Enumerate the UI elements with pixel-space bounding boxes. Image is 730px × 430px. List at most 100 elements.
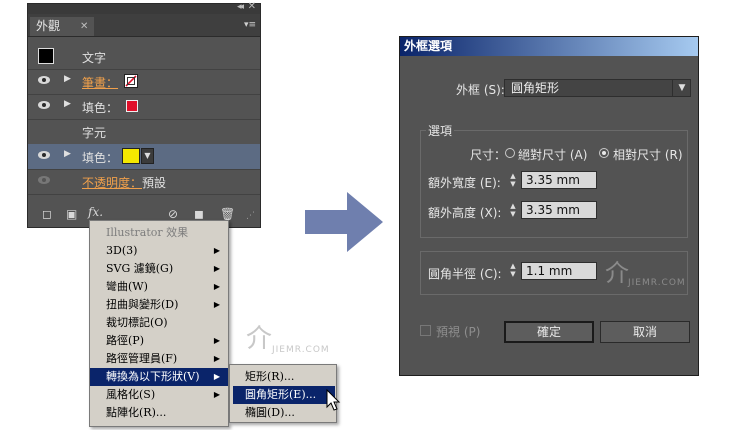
- absolute-size-label: 絕對尺寸 (A): [518, 148, 588, 162]
- watermark-text: JIEMR.COM: [272, 345, 330, 355]
- resize-grip-icon[interactable]: ⋰: [246, 211, 255, 221]
- right-arrow-icon: [305, 192, 383, 252]
- opacity-value: 預設: [142, 176, 167, 190]
- menu-item-stylize[interactable]: 風格化(S) ▶: [90, 386, 228, 404]
- none-slash-icon: [125, 75, 137, 87]
- extra-height-stepper[interactable]: ▲ ▼: [507, 202, 519, 220]
- visibility-eye-icon[interactable]: [38, 76, 50, 84]
- object-row[interactable]: 文字: [28, 44, 260, 70]
- ok-button[interactable]: 確定: [504, 321, 594, 343]
- convert-shape-submenu: 矩形(R)... 圓角矩形(E)... 橢圓(D)...: [229, 364, 337, 423]
- outline-options-dialog: 外框選項 外框 (S): 圓角矩形 ▼ 選項 尺寸： 絕對尺寸 (A) 相對尺寸…: [399, 36, 699, 376]
- swatch-dropdown-icon[interactable]: ▼: [141, 148, 154, 164]
- menu-item-distort-transform[interactable]: 扭曲與變形(D) ▶: [90, 296, 228, 314]
- fill-label: 填色：: [82, 151, 119, 165]
- fx-button[interactable]: fx.: [88, 205, 103, 219]
- preview-label: 預視 (P): [436, 325, 481, 339]
- add-new-fill-icon[interactable]: ▣: [66, 207, 77, 221]
- extra-height-input[interactable]: 3.35 mm: [521, 201, 597, 219]
- submenu-item-rectangle[interactable]: 矩形(R)...: [233, 368, 335, 386]
- fill-color-swatch[interactable]: [126, 100, 138, 112]
- collapse-panel-icon[interactable]: ◂◂: [237, 2, 244, 12]
- visibility-eye-icon[interactable]: [38, 151, 50, 159]
- tab-appearance-label: 外觀: [36, 19, 61, 33]
- submenu-arrow-icon: ▶: [213, 300, 220, 309]
- corner-radius-input[interactable]: 1.1 mm: [521, 262, 597, 280]
- close-tab-icon[interactable]: ✕: [80, 17, 88, 36]
- relative-size-label: 相對尺寸 (R): [613, 148, 683, 162]
- watermark-logo-icon: 介: [246, 324, 273, 354]
- menu-item-warp[interactable]: 彎曲(W) ▶: [90, 278, 228, 296]
- expand-triangle-icon[interactable]: ▶: [64, 149, 71, 159]
- submenu-item-rounded-rectangle[interactable]: 圓角矩形(E)...: [233, 386, 335, 404]
- submenu-item-ellipse[interactable]: 橢圓(D)...: [233, 404, 335, 422]
- extra-width-stepper[interactable]: ▲ ▼: [507, 172, 519, 190]
- menu-item-crop-marks[interactable]: 裁切標記(O): [90, 314, 228, 332]
- relative-size-radio[interactable]: [599, 148, 609, 158]
- submenu-arrow-icon: ▶: [213, 282, 220, 291]
- menu-item-3d[interactable]: 3D(3) ▶: [90, 242, 228, 260]
- options-group-label: 選項: [426, 122, 455, 139]
- menu-item-label: 裁切標記(O): [106, 316, 168, 329]
- submenu-arrow-icon: ▶: [213, 264, 220, 273]
- fill-color-swatch[interactable]: [122, 148, 140, 164]
- menu-header: Illustrator 效果: [106, 226, 189, 239]
- expand-triangle-icon[interactable]: ▶: [64, 74, 71, 84]
- stroke-row[interactable]: ▶ 筆畫：: [28, 69, 260, 95]
- menu-item-path[interactable]: 路徑(P) ▶: [90, 332, 228, 350]
- visibility-eye-icon[interactable]: [38, 101, 50, 109]
- extra-width-input[interactable]: 3.35 mm: [521, 171, 597, 189]
- menu-item-label: 風格化(S): [106, 388, 156, 401]
- close-panel-icon[interactable]: ✕: [248, 1, 256, 12]
- size-label: 尺寸：: [470, 148, 507, 162]
- submenu-arrow-icon: ▶: [213, 246, 220, 255]
- panel-title-strip: [28, 4, 260, 14]
- submenu-arrow-icon: ▶: [213, 336, 220, 345]
- corner-radius-label: 圓角半徑 (C):: [428, 267, 502, 281]
- opacity-link[interactable]: 不透明度：: [82, 174, 142, 191]
- menu-item-convert-to-shape[interactable]: 轉換為以下形狀(V) ▶: [90, 368, 228, 386]
- absolute-size-radio[interactable]: [505, 148, 515, 158]
- corner-radius-stepper[interactable]: ▲ ▼: [507, 262, 519, 280]
- menu-item-label: 扭曲與變形(D): [106, 298, 179, 311]
- dialog-title-bar: 外框選項: [400, 37, 698, 56]
- submenu-arrow-icon: ▶: [213, 372, 220, 381]
- watermark-text: JIEMR.COM: [628, 278, 686, 288]
- extra-width-label: 額外寬度 (E):: [428, 176, 501, 190]
- visibility-eye-icon[interactable]: [38, 176, 50, 184]
- character-label: 字元: [82, 126, 107, 140]
- watermark-logo-icon: 介: [605, 259, 629, 287]
- shape-label: 外框 (S):: [456, 83, 505, 97]
- menu-item-label: 點陣化(R)...: [106, 406, 167, 419]
- menu-item-label: 轉換為以下形狀(V): [106, 370, 200, 383]
- opacity-row[interactable]: 不透明度： 預設: [28, 169, 260, 195]
- add-new-stroke-icon[interactable]: ◻: [42, 207, 52, 221]
- shape-select[interactable]: 圓角矩形: [504, 79, 691, 97]
- appearance-panel: ◂◂ ✕ 外觀 ✕ ▾≡ 文字 ▶ 筆畫： ▶ 填色： 字元 ▶ 填色： ▼ 不: [27, 1, 261, 228]
- stroke-link[interactable]: 筆畫：: [82, 74, 118, 91]
- fill-label: 填色：: [82, 101, 119, 115]
- duplicate-item-icon[interactable]: ◼: [194, 207, 204, 221]
- object-label: 文字: [82, 51, 107, 65]
- expand-triangle-icon[interactable]: ▶: [64, 99, 71, 109]
- menu-item-label: 彎曲(W): [106, 280, 148, 293]
- panel-menu-icon[interactable]: ▾≡: [244, 20, 256, 30]
- stroke-none-swatch[interactable]: [124, 74, 138, 88]
- menu-item-pathfinder[interactable]: 路徑管理員(F) ▶: [90, 350, 228, 368]
- submenu-arrow-icon: ▶: [213, 354, 220, 363]
- character-row[interactable]: 字元: [28, 119, 260, 145]
- menu-item-rasterize[interactable]: 點陣化(R)...: [90, 404, 228, 422]
- extra-height-label: 額外高度 (X):: [428, 206, 502, 220]
- shape-select-value: 圓角矩形: [511, 81, 560, 95]
- chevron-down-icon[interactable]: ▼: [672, 80, 691, 96]
- menu-item-label: 3D(3): [106, 244, 138, 257]
- effect-menu: Illustrator 效果 3D(3) ▶ SVG 濾鏡(G) ▶ 彎曲(W) ▶ …: [89, 220, 229, 427]
- trash-icon[interactable]: 🗑: [220, 207, 235, 221]
- preview-checkbox[interactable]: [420, 325, 431, 336]
- fill-row[interactable]: ▶ 填色：: [28, 94, 260, 120]
- fill-row-selected[interactable]: ▶ 填色： ▼: [28, 144, 260, 170]
- cancel-button[interactable]: 取消: [600, 321, 690, 343]
- menu-item-svg-filters[interactable]: SVG 濾鏡(G) ▶: [90, 260, 228, 278]
- dialog-title: 外框選項: [404, 39, 453, 53]
- clear-appearance-icon[interactable]: ⊘: [168, 207, 178, 221]
